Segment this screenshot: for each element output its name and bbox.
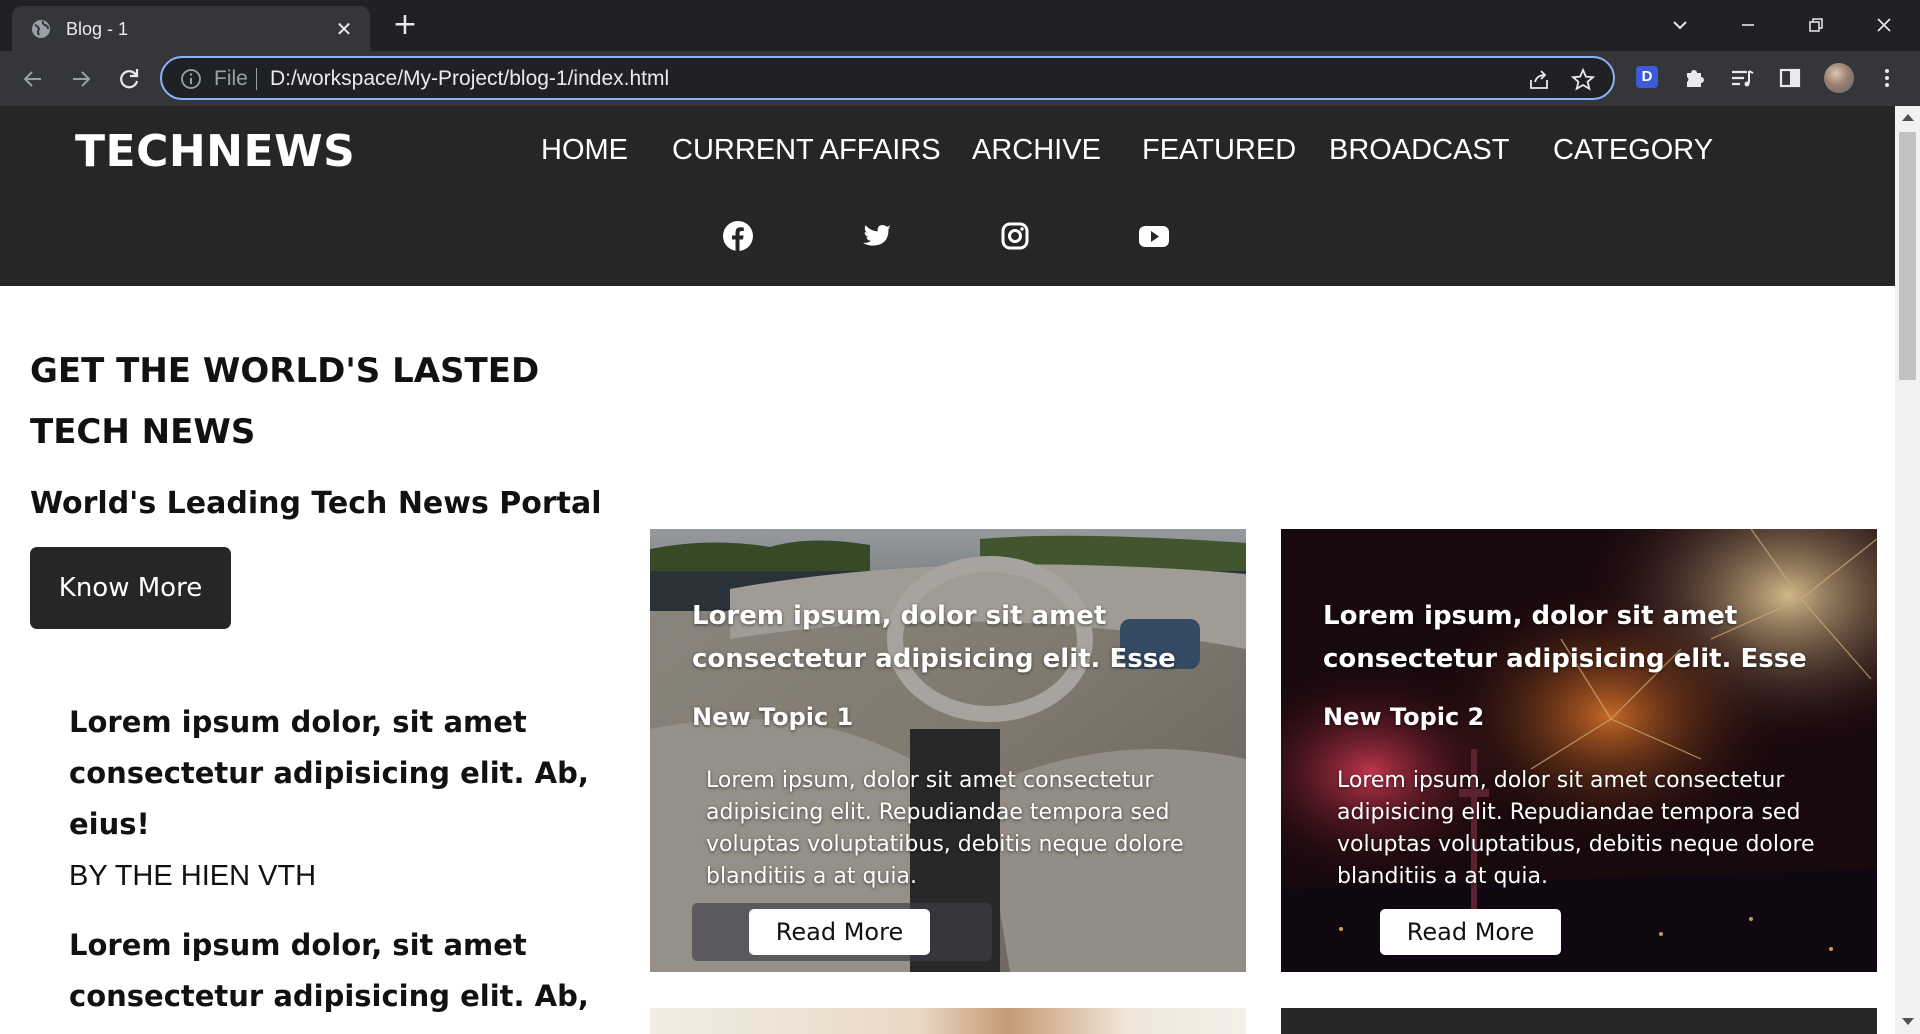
- globe-icon: [32, 20, 50, 38]
- card-button-wrap: Read More: [692, 903, 992, 961]
- news-card[interactable]: Lorem ipsum, dolor sit amet consectetur …: [650, 529, 1246, 972]
- address-scheme-label: File: [214, 67, 248, 90]
- instagram-icon[interactable]: [999, 220, 1031, 252]
- back-icon[interactable]: [18, 64, 48, 94]
- reload-icon[interactable]: [114, 64, 144, 94]
- forward-icon[interactable]: [66, 64, 96, 94]
- news-card[interactable]: [1281, 1008, 1877, 1034]
- side-post-title[interactable]: Lorem ipsum dolor, sit amet consectetur …: [69, 920, 589, 1022]
- extensions-puzzle-icon[interactable]: [1680, 63, 1710, 93]
- read-more-button[interactable]: Read More: [749, 909, 930, 955]
- card-topic: New Topic 1: [692, 703, 854, 731]
- bookmark-star-icon[interactable]: [1570, 67, 1596, 93]
- tab-search-icon[interactable]: [1665, 10, 1695, 40]
- nav-broadcast[interactable]: BROADCAST: [1329, 134, 1509, 167]
- hero-title: GET THE WORLD'S LASTED TECH NEWS: [30, 351, 540, 452]
- new-tab-button[interactable]: +: [390, 10, 420, 40]
- card-topic: New Topic 2: [1323, 703, 1485, 731]
- scroll-down-arrow-icon[interactable]: [1902, 1018, 1914, 1025]
- tab-close-icon[interactable]: ✕: [332, 17, 356, 41]
- page-scrollbar[interactable]: [1895, 106, 1920, 1034]
- card-body: Lorem ipsum, dolor sit amet consectetur …: [706, 768, 1184, 889]
- reading-list-icon[interactable]: [1727, 63, 1757, 93]
- nav-home[interactable]: HOME: [541, 134, 628, 167]
- news-card[interactable]: [650, 1008, 1246, 1034]
- extension-d-icon[interactable]: D: [1636, 66, 1658, 88]
- card-button-wrap: Read More: [1323, 903, 1623, 961]
- site-header: TECHNEWS HOME CURRENT AFFAIRS ARCHIVE FE…: [0, 106, 1895, 286]
- youtube-icon[interactable]: [1138, 220, 1170, 252]
- nav-category[interactable]: CATEGORY: [1553, 134, 1713, 167]
- card-body: Lorem ipsum, dolor sit amet consectetur …: [1337, 768, 1815, 889]
- facebook-icon[interactable]: [722, 220, 754, 252]
- more-menu-icon[interactable]: [1872, 63, 1902, 93]
- news-card[interactable]: Lorem ipsum, dolor sit amet consectetur …: [1281, 529, 1877, 972]
- minimize-icon[interactable]: [1733, 10, 1763, 40]
- scrollbar-thumb[interactable]: [1899, 132, 1916, 380]
- side-post-title[interactable]: Lorem ipsum dolor, sit amet consectetur …: [69, 697, 589, 850]
- browser-toolbar: File D:/workspace/My-Project/blog-1/inde…: [0, 51, 1920, 106]
- nav-featured[interactable]: FEATURED: [1142, 134, 1296, 167]
- browser-tab[interactable]: Blog - 1 ✕: [12, 6, 370, 51]
- hero-subtitle: World's Leading Tech News Portal: [30, 486, 602, 521]
- nav-archive[interactable]: ARCHIVE: [972, 134, 1101, 167]
- twitter-icon[interactable]: [861, 220, 893, 252]
- share-icon[interactable]: [1526, 67, 1552, 93]
- side-panel-icon[interactable]: [1775, 63, 1805, 93]
- know-more-button[interactable]: Know More: [30, 547, 231, 629]
- address-url[interactable]: D:/workspace/My-Project/blog-1/index.htm…: [270, 67, 669, 91]
- tab-title: Blog - 1: [66, 19, 129, 39]
- site-logo[interactable]: TECHNEWS: [75, 126, 355, 177]
- side-post-author: BY THE HIEN VTH: [69, 860, 317, 892]
- restore-icon[interactable]: [1801, 10, 1831, 40]
- nav-current-affairs[interactable]: CURRENT AFFAIRS: [672, 134, 941, 167]
- address-separator: [256, 68, 257, 90]
- scroll-up-arrow-icon[interactable]: [1902, 114, 1914, 121]
- read-more-button[interactable]: Read More: [1380, 909, 1561, 955]
- card-title: Lorem ipsum, dolor sit amet consectetur …: [1323, 601, 1807, 674]
- close-window-icon[interactable]: [1869, 10, 1899, 40]
- address-bar[interactable]: File D:/workspace/My-Project/blog-1/inde…: [160, 56, 1615, 100]
- browser-tabstrip: Blog - 1 ✕ +: [0, 0, 1920, 51]
- page-viewport: TECHNEWS HOME CURRENT AFFAIRS ARCHIVE FE…: [0, 106, 1895, 1034]
- profile-avatar[interactable]: [1824, 63, 1854, 93]
- card-title: Lorem ipsum, dolor sit amet consectetur …: [692, 601, 1176, 674]
- info-icon[interactable]: [180, 68, 202, 90]
